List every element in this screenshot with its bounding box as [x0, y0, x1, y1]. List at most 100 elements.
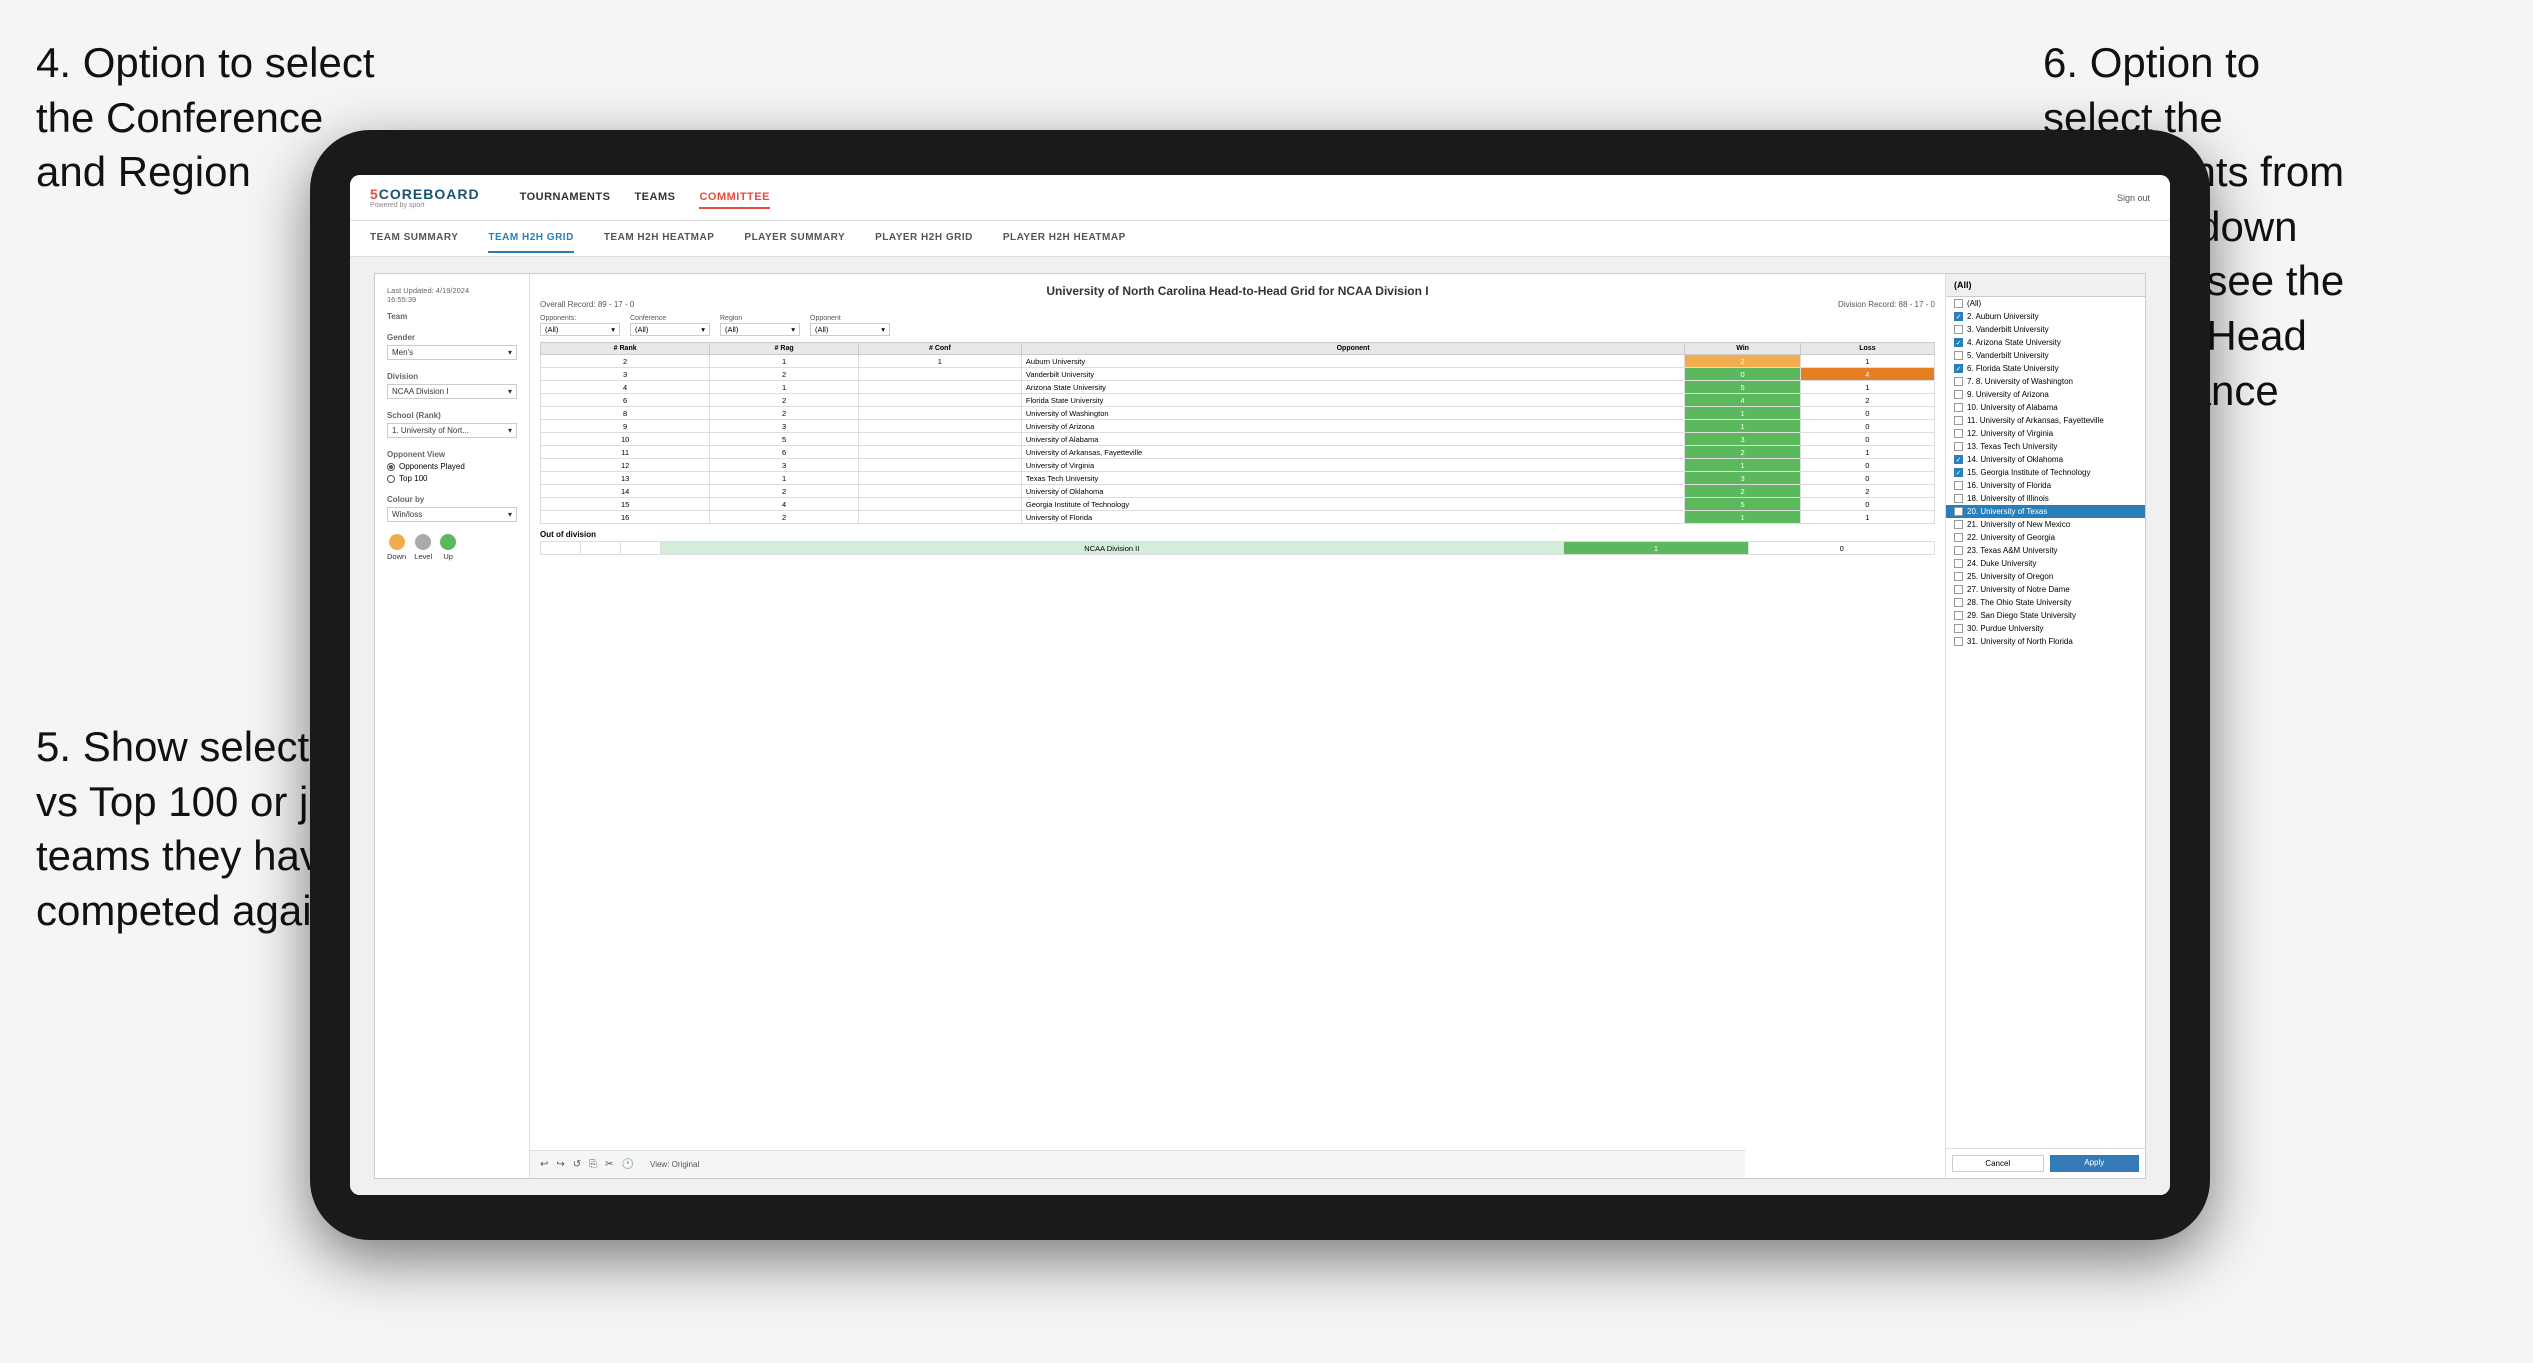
last-updated: Last Updated: 4/19/2024 16:55:39 — [387, 286, 517, 304]
dropdown-checkbox[interactable] — [1954, 611, 1963, 620]
dropdown-checkbox[interactable] — [1954, 377, 1963, 386]
dropdown-checkbox[interactable] — [1954, 416, 1963, 425]
dropdown-checkbox[interactable] — [1954, 338, 1963, 347]
ncaa-div2-row: NCAA Division II 1 0 — [541, 542, 1935, 555]
division-select[interactable]: NCAA Division I ▾ — [387, 384, 517, 399]
dropdown-checkbox[interactable] — [1954, 299, 1963, 308]
dropdown-checkbox[interactable] — [1954, 533, 1963, 542]
redo-icon[interactable]: ↪ — [556, 1159, 564, 1170]
dropdown-item[interactable]: 15. Georgia Institute of Technology — [1946, 466, 2145, 479]
nav-items: TOURNAMENTS TEAMS COMMITTEE — [520, 187, 770, 209]
dropdown-checkbox[interactable] — [1954, 507, 1963, 516]
dropdown-item[interactable]: 31. University of North Florida — [1946, 635, 2145, 648]
radio-opponents-played-dot — [387, 463, 395, 471]
opponents-filter-select[interactable]: (All)▾ — [540, 323, 620, 336]
dropdown-item[interactable]: 28. The Ohio State University — [1946, 596, 2145, 609]
dropdown-item-label: 20. University of Texas — [1967, 507, 2047, 516]
dropdown-checkbox[interactable] — [1954, 559, 1963, 568]
opponents-filter-label: Opponents: — [540, 315, 620, 322]
dropdown-item[interactable]: 18. University of Illinois — [1946, 492, 2145, 505]
dropdown-item[interactable]: 6. Florida State University — [1946, 362, 2145, 375]
dropdown-item[interactable]: 29. San Diego State University — [1946, 609, 2145, 622]
dropdown-checkbox[interactable] — [1954, 442, 1963, 451]
ncaa-div2-win: 1 — [1563, 542, 1749, 555]
refresh-icon[interactable]: ↺ — [573, 1159, 581, 1170]
dropdown-item[interactable]: 25. University of Oregon — [1946, 570, 2145, 583]
dropdown-checkbox[interactable] — [1954, 455, 1963, 464]
nav-item-teams[interactable]: TEAMS — [634, 187, 675, 209]
school-select[interactable]: 1. University of Nort... ▾ — [387, 423, 517, 438]
dropdown-checkbox[interactable] — [1954, 481, 1963, 490]
dropdown-item[interactable]: 24. Duke University — [1946, 557, 2145, 570]
radio-opponents-played[interactable]: Opponents Played — [387, 462, 517, 471]
table-row: 16 2 University of Florida 1 1 — [541, 511, 1935, 524]
dropdown-item[interactable]: 20. University of Texas — [1946, 505, 2145, 518]
dropdown-item[interactable]: 9. University of Arizona — [1946, 388, 2145, 401]
dropdown-item[interactable]: 11. University of Arkansas, Fayetteville — [1946, 414, 2145, 427]
dropdown-checkbox[interactable] — [1954, 572, 1963, 581]
dropdown-item-label: 7. 8. University of Washington — [1967, 377, 2073, 386]
dropdown-item[interactable]: 10. University of Alabama — [1946, 401, 2145, 414]
copy-icon[interactable]: ⎘ — [589, 1159, 597, 1170]
dropdown-checkbox[interactable] — [1954, 637, 1963, 646]
radio-top100[interactable]: Top 100 — [387, 474, 517, 483]
subnav-team-h2h-heatmap[interactable]: TEAM H2H HEATMAP — [604, 224, 715, 253]
region-filter-select[interactable]: (All)▾ — [720, 323, 800, 336]
dropdown-checkbox[interactable] — [1954, 390, 1963, 399]
dropdown-item[interactable]: 27. University of Notre Dame — [1946, 583, 2145, 596]
subnav-player-summary[interactable]: PLAYER SUMMARY — [744, 224, 845, 253]
colour-by-select[interactable]: Win/loss ▾ — [387, 507, 517, 522]
dropdown-item[interactable]: 21. University of New Mexico — [1946, 518, 2145, 531]
table-row: 13 1 Texas Tech University 3 0 — [541, 472, 1935, 485]
dropdown-checkbox[interactable] — [1954, 325, 1963, 334]
nav-item-committee[interactable]: COMMITTEE — [699, 187, 770, 209]
sign-out-link[interactable]: Sign out — [2117, 193, 2150, 203]
apply-button[interactable]: Apply — [2050, 1155, 2140, 1172]
dropdown-item[interactable]: 30. Purdue University — [1946, 622, 2145, 635]
dropdown-item[interactable]: 5. Vanderbilt University — [1946, 349, 2145, 362]
conference-filter-select[interactable]: (All)▾ — [630, 323, 710, 336]
dropdown-item[interactable]: 3. Vanderbilt University — [1946, 323, 2145, 336]
dropdown-checkbox[interactable] — [1954, 351, 1963, 360]
dropdown-checkbox[interactable] — [1954, 403, 1963, 412]
dropdown-item[interactable]: 23. Texas A&M University — [1946, 544, 2145, 557]
opponent-filter-select[interactable]: (All)▾ — [810, 323, 890, 336]
dropdown-checkbox[interactable] — [1954, 312, 1963, 321]
dropdown-item-label: 9. University of Arizona — [1967, 390, 2049, 399]
cancel-button[interactable]: Cancel — [1952, 1155, 2044, 1172]
undo-icon[interactable]: ↩ — [540, 1159, 548, 1170]
dropdown-checkbox[interactable] — [1954, 598, 1963, 607]
subnav-player-h2h-grid[interactable]: PLAYER H2H GRID — [875, 224, 973, 253]
dropdown-checkbox[interactable] — [1954, 468, 1963, 477]
color-legend: Down Level Up — [387, 534, 517, 561]
dropdown-item[interactable]: 13. Texas Tech University — [1946, 440, 2145, 453]
dropdown-item[interactable]: 22. University of Georgia — [1946, 531, 2145, 544]
dropdown-checkbox[interactable] — [1954, 624, 1963, 633]
col-loss: Loss — [1800, 343, 1934, 355]
dropdown-checkbox[interactable] — [1954, 546, 1963, 555]
dropdown-checkbox[interactable] — [1954, 364, 1963, 373]
dropdown-list[interactable]: (All)2. Auburn University3. Vanderbilt U… — [1946, 297, 2145, 1148]
dropdown-item[interactable]: 16. University of Florida — [1946, 479, 2145, 492]
out-of-division-label: Out of division — [540, 530, 1935, 539]
dropdown-checkbox[interactable] — [1954, 585, 1963, 594]
sub-nav: TEAM SUMMARY TEAM H2H GRID TEAM H2H HEAT… — [350, 221, 2170, 257]
subnav-team-summary[interactable]: TEAM SUMMARY — [370, 224, 458, 253]
region-filter-group: Region (All)▾ — [720, 315, 800, 336]
subnav-player-h2h-heatmap[interactable]: PLAYER H2H HEATMAP — [1003, 224, 1126, 253]
dropdown-item[interactable]: 14. University of Oklahoma — [1946, 453, 2145, 466]
dropdown-item[interactable]: 7. 8. University of Washington — [1946, 375, 2145, 388]
dropdown-item[interactable]: (All) — [1946, 297, 2145, 310]
dropdown-item[interactable]: 2. Auburn University — [1946, 310, 2145, 323]
nav-item-tournaments[interactable]: TOURNAMENTS — [520, 187, 611, 209]
dropdown-item[interactable]: 4. Arizona State University — [1946, 336, 2145, 349]
scissors-icon[interactable]: ✂ — [605, 1159, 613, 1170]
dropdown-checkbox[interactable] — [1954, 520, 1963, 529]
dropdown-item[interactable]: 12. University of Virginia — [1946, 427, 2145, 440]
subnav-team-h2h-grid[interactable]: TEAM H2H GRID — [488, 224, 573, 253]
clock-icon[interactable]: 🕐 — [622, 1159, 634, 1170]
dropdown-checkbox[interactable] — [1954, 494, 1963, 503]
gender-select[interactable]: Men's ▾ — [387, 345, 517, 360]
dropdown-checkbox[interactable] — [1954, 429, 1963, 438]
opponent-filter-label: Opponent — [810, 315, 890, 322]
